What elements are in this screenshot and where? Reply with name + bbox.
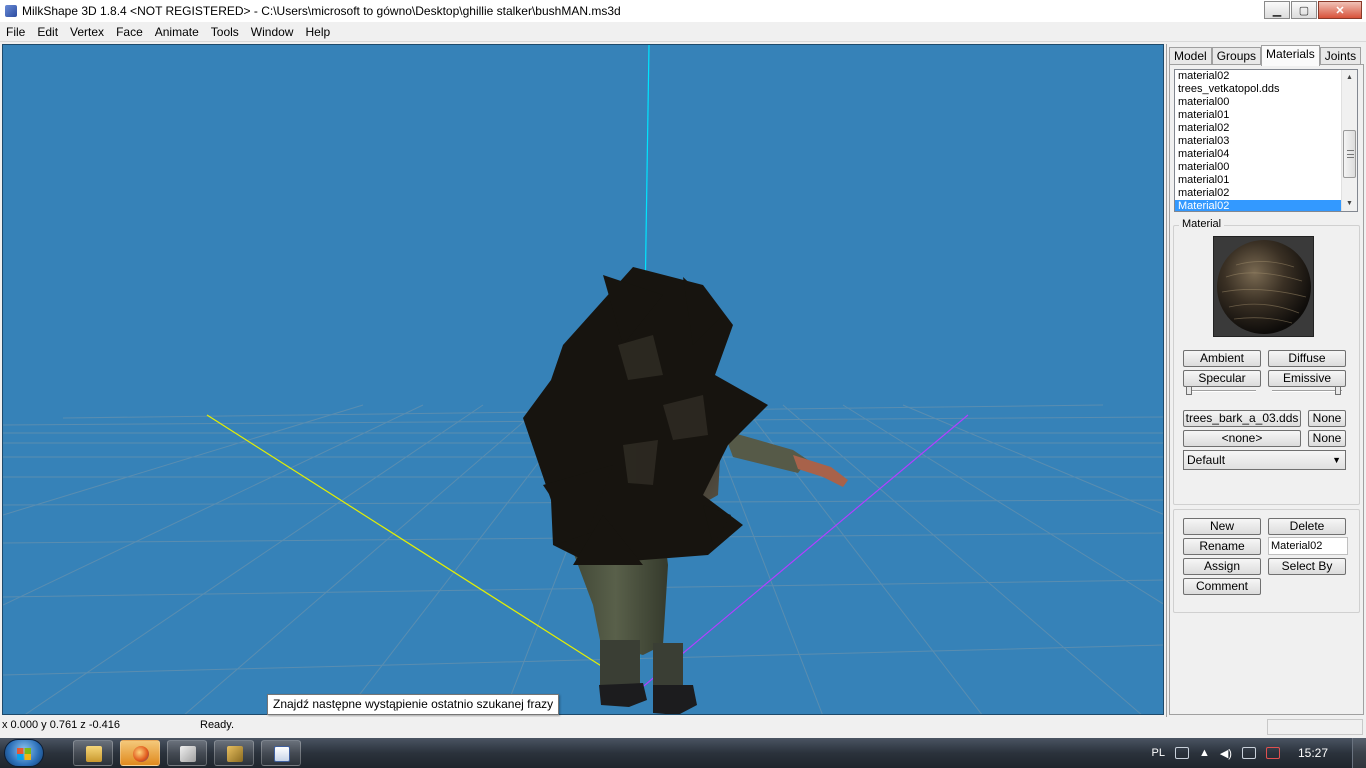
panel-tabs: Model Groups Materials Joints	[1169, 45, 1362, 66]
milkshape-icon	[180, 746, 196, 762]
list-item[interactable]: material01	[1175, 109, 1342, 122]
tab-materials[interactable]: Materials	[1261, 45, 1320, 66]
menu-help[interactable]: Help	[299, 25, 336, 39]
list-item[interactable]: material01	[1175, 174, 1342, 187]
milkshape-app-icon[interactable]	[4, 4, 18, 18]
material-group-label: Material	[1179, 218, 1225, 230]
chevron-down-icon: ▼	[1332, 455, 1341, 465]
window-title: MilkShape 3D 1.8.4 <NOT REGISTERED> - C:…	[22, 4, 621, 18]
menu-file[interactable]: File	[0, 25, 31, 39]
shininess-slider[interactable]	[1186, 386, 1192, 395]
material-sphere-preview	[1217, 240, 1311, 334]
scroll-down-arrow-icon[interactable]: ▼	[1342, 196, 1357, 211]
list-item[interactable]: material00	[1175, 161, 1342, 174]
taskbar-explorer-button[interactable]	[73, 740, 113, 766]
cursor-coordinates: x 0.000 y 0.761 z -0.416	[2, 719, 121, 731]
emissive-button[interactable]: Emissive	[1268, 370, 1346, 387]
tab-groups[interactable]: Groups	[1211, 47, 1262, 65]
transparency-slider[interactable]	[1335, 386, 1341, 395]
language-indicator[interactable]: PL	[1151, 747, 1164, 759]
alpha-map-button[interactable]: <none>	[1183, 430, 1301, 447]
firefox-icon	[133, 746, 149, 762]
menu-edit[interactable]: Edit	[31, 25, 64, 39]
list-scrollbar[interactable]: ▲ ▼	[1341, 70, 1357, 211]
folder-icon	[86, 746, 102, 762]
clock[interactable]: 15:27	[1298, 746, 1328, 760]
assign-material-button[interactable]: Assign	[1183, 558, 1261, 575]
menu-window[interactable]: Window	[245, 25, 300, 39]
new-material-button[interactable]: New	[1183, 518, 1261, 535]
scroll-up-arrow-icon[interactable]: ▲	[1342, 70, 1357, 85]
comment-button[interactable]: Comment	[1183, 578, 1261, 595]
action-center-icon[interactable]	[1265, 747, 1280, 759]
maximize-button[interactable]: ▢	[1291, 1, 1317, 19]
list-item[interactable]: material02	[1175, 122, 1342, 135]
viewport-scene	[3, 45, 1163, 714]
minimize-button[interactable]: ▁	[1264, 1, 1290, 19]
list-item[interactable]: material00	[1175, 96, 1342, 109]
taskbar-app-button[interactable]	[214, 740, 254, 766]
mode-select-value: Default	[1187, 453, 1226, 467]
material-operations-group: New Delete Rename Material02 Assign Sele…	[1173, 509, 1360, 613]
delete-material-button[interactable]: Delete	[1268, 518, 1346, 535]
tab-model[interactable]: Model	[1169, 47, 1212, 65]
status-text: Ready.	[200, 719, 235, 731]
list-item[interactable]: trees_vetkatopol.dds	[1175, 83, 1342, 96]
alpha-none-button[interactable]: None	[1308, 430, 1346, 447]
app-icon	[227, 746, 243, 762]
windows-taskbar: PL ▲ ◀) 15:27	[0, 738, 1366, 768]
status-bar: x 0.000 y 0.761 z -0.416 Ready.	[0, 717, 1366, 738]
list-item[interactable]: material02	[1175, 187, 1342, 200]
keyboard-icon[interactable]	[1174, 747, 1189, 759]
mode-select[interactable]: Default ▼	[1183, 450, 1346, 470]
side-panel: Model Groups Materials Joints material02…	[1166, 44, 1366, 717]
scroll-thumb[interactable]	[1343, 130, 1356, 178]
list-item-selected[interactable]: Material02	[1175, 200, 1342, 211]
material-group: Material Ambient Diffuse Specular Emissi…	[1173, 218, 1360, 505]
diffuse-button[interactable]: Diffuse	[1268, 350, 1346, 367]
material-preview	[1213, 236, 1314, 337]
status-pane	[1267, 719, 1363, 735]
network-icon[interactable]	[1241, 747, 1256, 759]
window-controls: ▁ ▢ ✕	[1263, 1, 1362, 19]
start-button[interactable]	[4, 739, 44, 767]
materials-list[interactable]: material02 trees_vetkatopol.dds material…	[1174, 69, 1358, 212]
materials-tab-body: material02 trees_vetkatopol.dds material…	[1169, 64, 1364, 715]
show-desktop-button[interactable]	[1352, 738, 1366, 768]
grip-icon	[1347, 150, 1354, 158]
menu-bar: File Edit Vertex Face Animate Tools Wind…	[0, 22, 1366, 42]
list-item[interactable]: material04	[1175, 148, 1342, 161]
taskbar-milkshape-button[interactable]	[167, 740, 207, 766]
system-tray: PL ▲ ◀) 15:27	[1151, 738, 1366, 768]
document-icon	[274, 746, 290, 762]
tooltip: Znajdź następne wystąpienie ostatnio szu…	[267, 694, 560, 715]
taskbar-editor-button[interactable]	[261, 740, 301, 766]
texture-button[interactable]: trees_bark_a_03.dds	[1183, 410, 1301, 427]
texture-none-button[interactable]: None	[1308, 410, 1346, 427]
list-item[interactable]: material03	[1175, 135, 1342, 148]
list-item[interactable]: material02	[1175, 70, 1342, 83]
show-hidden-icons-icon[interactable]: ▲	[1199, 747, 1210, 759]
shininess-slider-track	[1186, 390, 1256, 392]
material-name-field[interactable]: Material02	[1268, 537, 1348, 555]
select-by-material-button[interactable]: Select By	[1268, 558, 1346, 575]
volume-icon[interactable]: ◀)	[1220, 747, 1232, 760]
close-button[interactable]: ✕	[1318, 1, 1362, 19]
3d-viewport[interactable]	[2, 44, 1164, 715]
tab-joints[interactable]: Joints	[1319, 47, 1362, 65]
ambient-button[interactable]: Ambient	[1183, 350, 1261, 367]
specular-button[interactable]: Specular	[1183, 370, 1261, 387]
taskbar-firefox-button[interactable]	[120, 740, 160, 766]
menu-vertex[interactable]: Vertex	[64, 25, 110, 39]
rename-material-button[interactable]: Rename	[1183, 538, 1261, 555]
menu-tools[interactable]: Tools	[205, 25, 245, 39]
title-bar: MilkShape 3D 1.8.4 <NOT REGISTERED> - C:…	[0, 0, 1366, 22]
transparency-slider-track	[1272, 390, 1342, 392]
menu-animate[interactable]: Animate	[149, 25, 205, 39]
menu-face[interactable]: Face	[110, 25, 149, 39]
